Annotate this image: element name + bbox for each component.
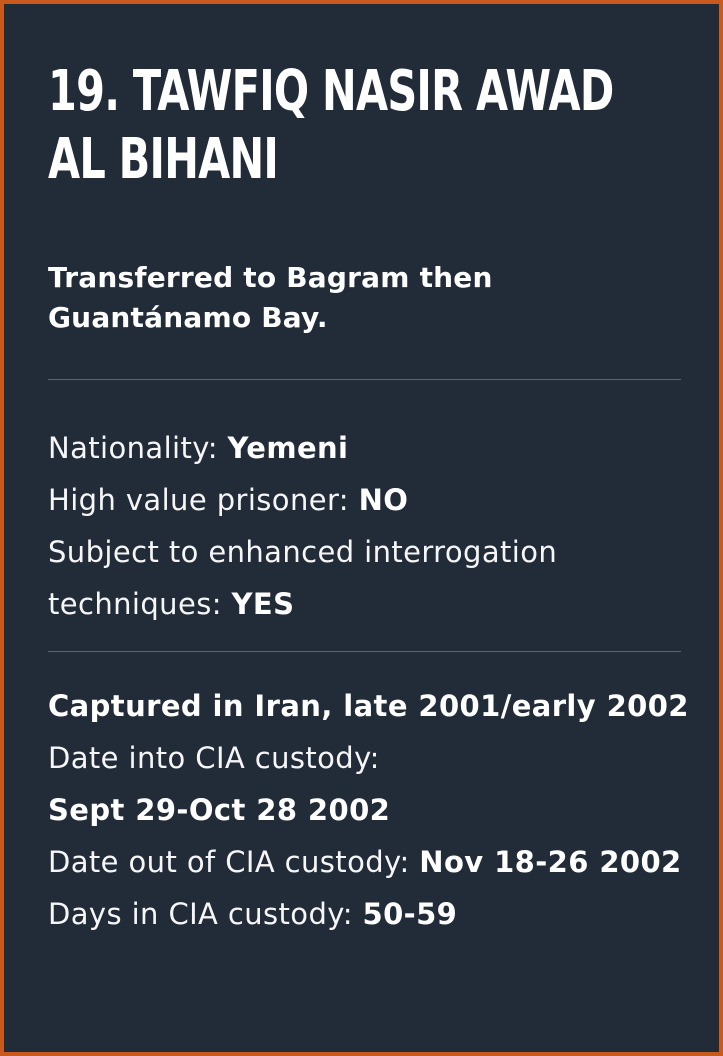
prisoner-card: 19. Tawfiq Nasir Awad al Bihani Transfer… <box>0 0 723 1056</box>
eit-row-line-2: techniques: YES <box>48 578 708 630</box>
days-value: 50-59 <box>362 897 458 931</box>
card-title: 19. Tawfiq Nasir Awad al Bihani <box>48 58 614 194</box>
date-out-row: Date out of CIA custody: Nov 18-26 2002 <box>48 836 708 888</box>
eit-label-line-1: Subject to enhanced interrogation <box>48 535 558 569</box>
card-title-line-2: al Bihani <box>48 127 279 192</box>
high-value-row: High value prisoner: NO <box>48 474 708 526</box>
transfer-summary-line-2: Guantánamo Bay. <box>48 301 328 334</box>
transfer-summary: Transferred to Bagram then Guantánamo Ba… <box>48 258 678 338</box>
high-value-label: High value prisoner: <box>48 483 359 517</box>
transfer-summary-line-1: Transferred to Bagram then <box>48 261 493 294</box>
nationality-label: Nationality: <box>48 431 228 465</box>
card-title-line-1: 19. Tawfiq Nasir Awad <box>48 59 614 124</box>
days-label: Days in CIA custody: <box>48 897 363 931</box>
nationality-row: Nationality: Yemeni <box>48 422 708 474</box>
nationality-value: Yemeni <box>227 431 349 465</box>
eit-row-line-1: Subject to enhanced interrogation <box>48 526 708 578</box>
date-in-label: Date into CIA custody: <box>48 741 380 775</box>
eit-label-line-2: techniques: <box>48 587 232 621</box>
prisoner-status-facts: Nationality: Yemeni High value prisoner:… <box>48 422 708 630</box>
divider-top <box>48 379 681 380</box>
eit-value: YES <box>231 587 295 621</box>
date-in-value: Sept 29-Oct 28 2002 <box>48 793 391 827</box>
date-out-label: Date out of CIA custody: <box>48 845 420 879</box>
date-out-value: Nov 18-26 2002 <box>419 845 682 879</box>
capture-info: Captured in Iran, late 2001/early 2002 <box>48 689 689 723</box>
days-row: Days in CIA custody: 50-59 <box>48 888 708 940</box>
divider-bottom <box>48 651 681 652</box>
high-value-value: NO <box>358 483 409 517</box>
custody-facts: Captured in Iran, late 2001/early 2002 D… <box>48 680 708 940</box>
